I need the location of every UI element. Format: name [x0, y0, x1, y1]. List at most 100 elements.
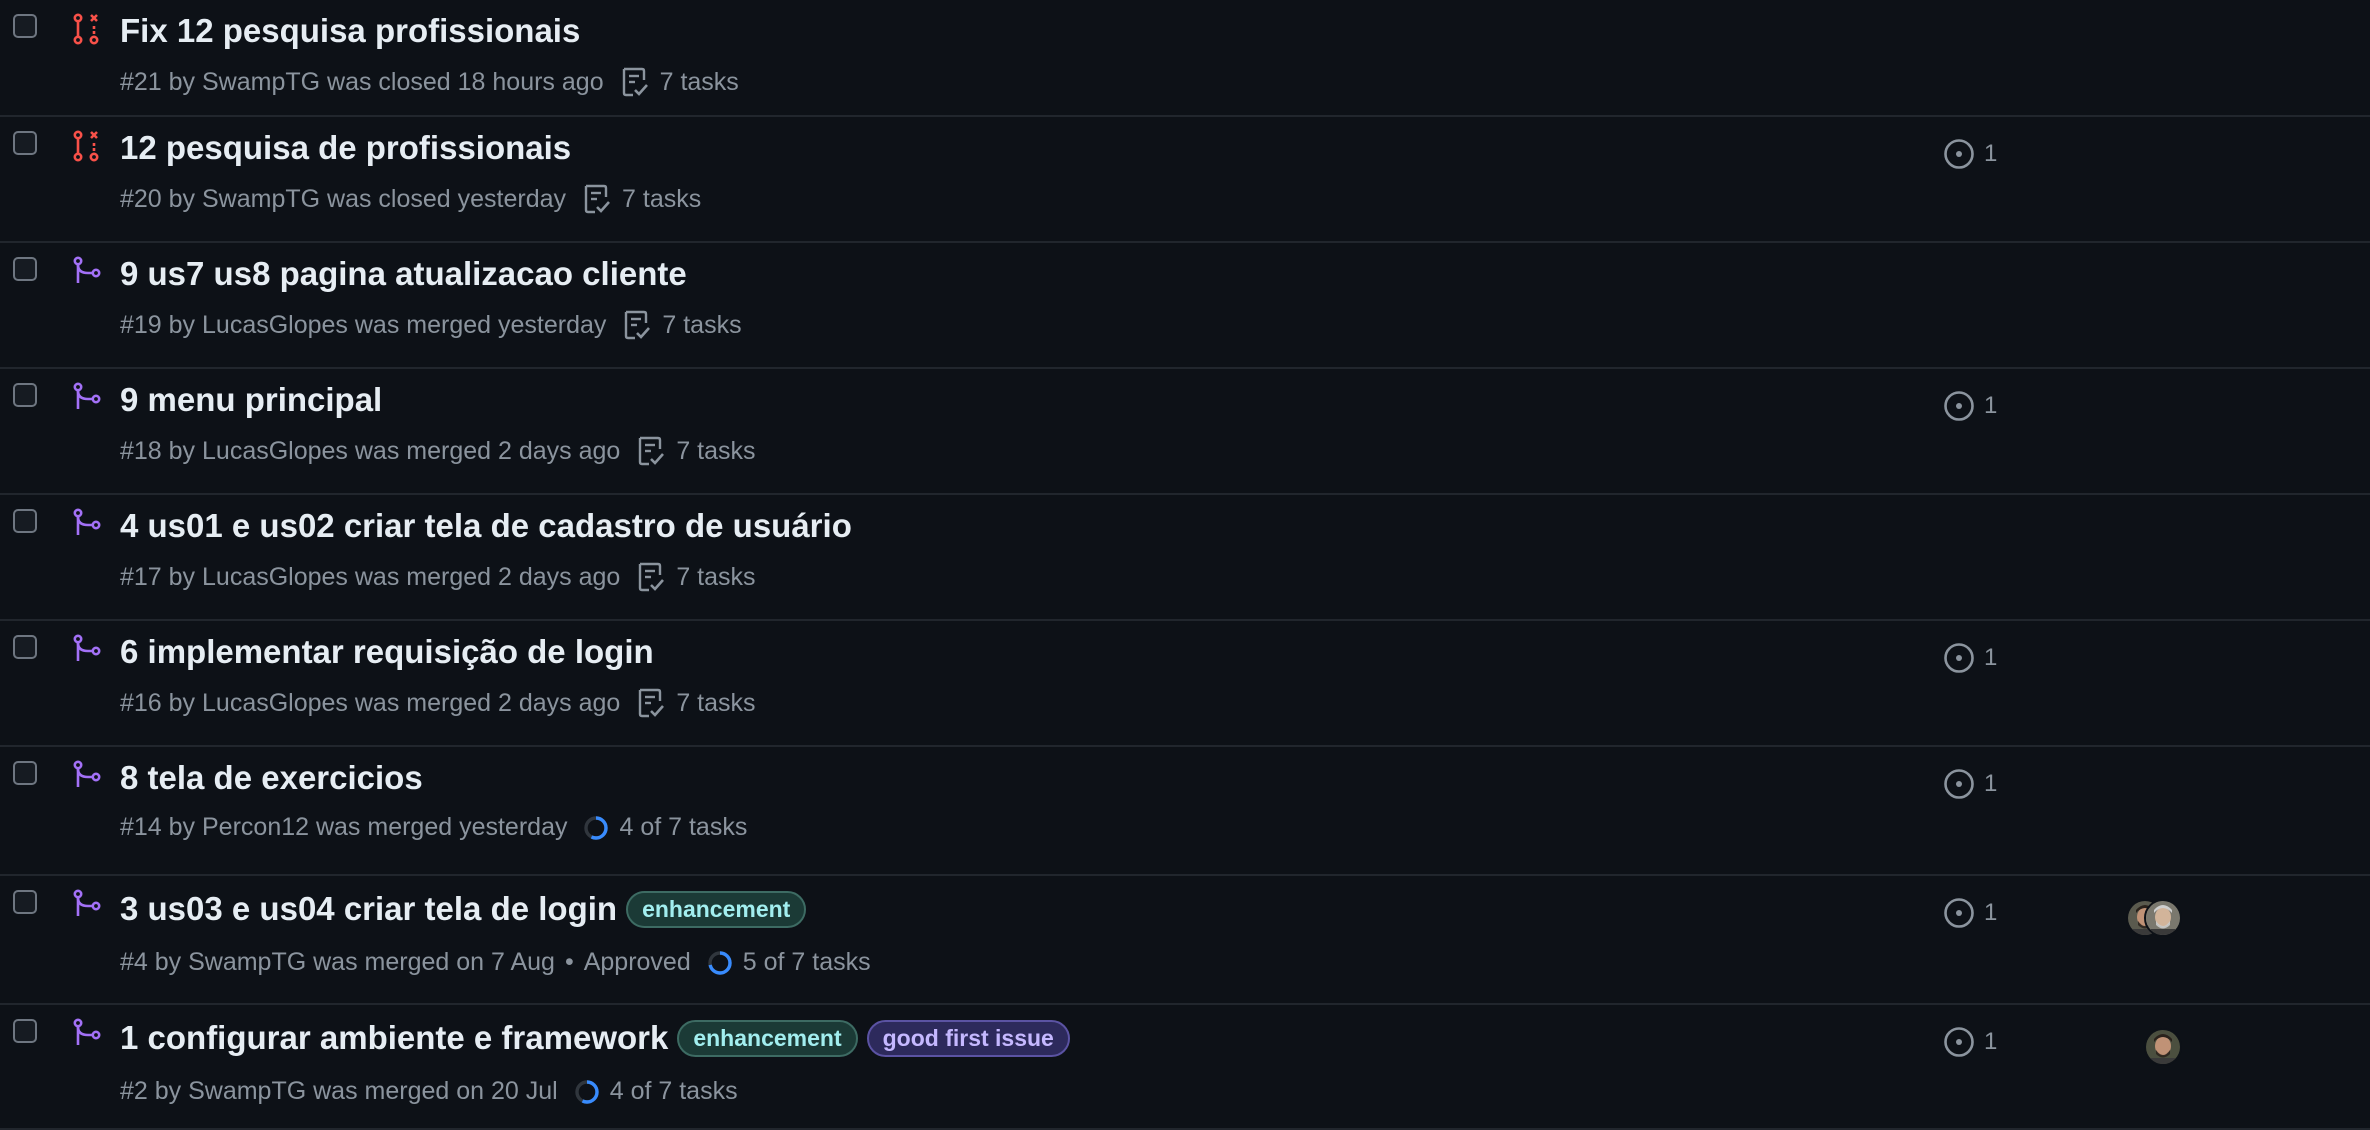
pr-meta-text: #21 by SwampTG was closed 18 hours ago — [120, 67, 604, 96]
task-progress-text: 5 of 7 tasks — [742, 948, 871, 976]
pr-meta: #2 by SwampTG was merged on 20 Jul 4 of … — [120, 1077, 738, 1106]
pr-merged-status — [70, 759, 106, 795]
label-good-first-issue[interactable]: good first issue — [866, 1019, 1070, 1057]
linked-issues-number: 1 — [1984, 644, 1998, 671]
pr-closed-status — [70, 12, 106, 48]
task-progress[interactable]: 7 tasks — [582, 183, 701, 215]
linked-issue-icon — [1944, 139, 1974, 169]
linked-issues-count[interactable]: 1 — [1942, 641, 1997, 675]
pr-meta-text: #14 by Percon12 was merged yesterday — [120, 813, 568, 841]
select-checkbox[interactable] — [13, 761, 37, 785]
pr-meta-text: #19 by LucasGlopes was merged yesterday — [120, 310, 607, 339]
avatar[interactable] — [2144, 1028, 2182, 1066]
checklist-icon — [625, 310, 651, 340]
pr-title-line: 8 tela de exercicios — [120, 759, 423, 797]
pr-merged-status — [70, 255, 106, 291]
pr-merged-icon — [73, 889, 101, 916]
task-progress[interactable]: 4 of 7 tasks — [574, 1077, 738, 1106]
avatar-photo — [2146, 901, 2180, 935]
pr-title-line: 3 us03 e us04 criar tela de login enhance… — [120, 890, 807, 928]
linked-issues-count[interactable]: 1 — [1942, 1025, 1997, 1059]
linked-issues-number: 1 — [1984, 1028, 1998, 1055]
pr-title-line: 4 us01 e us02 criar tela de cadastro de … — [120, 507, 852, 545]
task-progress-text: 7 tasks — [662, 310, 742, 339]
avatar-photo — [2146, 1030, 2180, 1064]
checklist-icon — [639, 436, 665, 466]
pr-meta: #17 by LucasGlopes was merged 2 days ago… — [120, 561, 756, 593]
pr-title-link[interactable]: 4 us01 e us02 criar tela de cadastro de … — [120, 507, 852, 545]
select-checkbox[interactable] — [13, 257, 37, 281]
pr-title-line: 9 menu principal — [120, 381, 382, 419]
linked-issue-icon — [1944, 898, 1974, 928]
pr-meta: #20 by SwampTG was closed yesterday 7 ta… — [120, 183, 701, 215]
pull-request-row: 6 implementar requisição de login #16 by … — [0, 621, 2370, 747]
linked-issues-number: 1 — [1984, 770, 1998, 797]
pull-request-row: 4 us01 e us02 criar tela de cadastro de … — [0, 495, 2370, 621]
select-checkbox[interactable] — [13, 1019, 37, 1043]
task-progress[interactable]: 5 of 7 tasks — [707, 948, 871, 977]
assignee-avatars — [2126, 899, 2188, 939]
pr-title-link[interactable]: 3 us03 e us04 criar tela de login — [120, 890, 617, 928]
linked-issues-count[interactable]: 1 — [1942, 767, 1997, 801]
task-progress-text: 4 of 7 tasks — [609, 1077, 738, 1105]
checklist-icon — [639, 562, 665, 592]
review-status[interactable]: Approved — [584, 948, 691, 977]
select-checkbox[interactable] — [13, 131, 37, 155]
pr-title-link[interactable]: 8 tela de exercicios — [120, 759, 423, 797]
pr-merged-icon — [73, 760, 101, 787]
pr-title-line: 9 us7 us8 pagina atualizacao cliente — [120, 255, 687, 293]
task-progress[interactable]: 7 tasks — [620, 66, 739, 98]
linked-issue-icon — [1944, 1027, 1974, 1057]
checklist-icon — [622, 67, 648, 97]
task-progress-text: 7 tasks — [676, 436, 756, 465]
linked-issue-icon — [1944, 643, 1974, 673]
task-progress[interactable]: 7 tasks — [636, 561, 756, 593]
pr-closed-status — [70, 129, 106, 165]
pr-title-link[interactable]: 9 menu principal — [120, 381, 382, 419]
select-checkbox[interactable] — [13, 635, 37, 659]
checklist-icon — [584, 184, 611, 214]
pr-merged-status — [70, 381, 106, 417]
pr-title-link[interactable]: Fix 12 pesquisa profissionais — [120, 12, 580, 50]
select-checkbox[interactable] — [13, 14, 37, 38]
pr-closed-icon — [73, 130, 99, 162]
linked-issues-count[interactable]: 1 — [1942, 389, 1997, 423]
select-checkbox[interactable] — [13, 509, 37, 533]
linked-issue-icon — [1944, 391, 1974, 421]
pr-merged-icon — [73, 382, 101, 409]
select-checkbox[interactable] — [13, 383, 37, 407]
label-enhancement[interactable]: enhancement — [677, 1019, 858, 1057]
pr-closed-icon — [73, 13, 99, 45]
pr-title-link[interactable]: 12 pesquisa de profissionais — [120, 129, 571, 167]
select-checkbox[interactable] — [13, 890, 37, 914]
pull-request-row: 9 menu principal #18 by LucasGlopes was m… — [0, 369, 2370, 495]
pr-meta: #21 by SwampTG was closed 18 hours ago 7… — [120, 66, 739, 98]
progress-ring-icon — [708, 950, 732, 975]
checklist-icon — [639, 688, 665, 718]
linked-issue-icon — [1944, 769, 1974, 799]
linked-issues-number: 1 — [1984, 392, 1998, 419]
label-enhancement[interactable]: enhancement — [626, 890, 807, 928]
pr-meta-text: #17 by LucasGlopes was merged 2 days ago — [120, 562, 621, 591]
pr-meta: #18 by LucasGlopes was merged 2 days ago… — [120, 435, 756, 467]
pr-merged-status — [70, 888, 106, 924]
task-progress[interactable]: 4 of 7 tasks — [583, 813, 747, 842]
pr-meta: #19 by LucasGlopes was merged yesterday … — [120, 309, 742, 341]
pr-title-link[interactable]: 1 configurar ambiente e framework — [120, 1019, 668, 1057]
pr-title-line: Fix 12 pesquisa profissionais — [120, 12, 580, 50]
task-progress[interactable]: 7 tasks — [636, 687, 756, 719]
avatar[interactable] — [2144, 899, 2182, 937]
pr-title-link[interactable]: 9 us7 us8 pagina atualizacao cliente — [120, 255, 687, 293]
pr-merged-status — [70, 1017, 106, 1053]
linked-issues-number: 1 — [1984, 140, 1998, 167]
task-progress[interactable]: 7 tasks — [636, 435, 756, 467]
linked-issues-count[interactable]: 1 — [1942, 137, 1997, 171]
pr-meta-text: #16 by LucasGlopes was merged 2 days ago — [120, 688, 621, 717]
pr-title-link[interactable]: 6 implementar requisição de login — [120, 633, 654, 671]
pr-meta-text: #4 by SwampTG was merged on 7 Aug — [120, 948, 555, 976]
linked-issues-count[interactable]: 1 — [1942, 896, 1997, 930]
pull-request-row: 9 us7 us8 pagina atualizacao cliente #19 … — [0, 243, 2370, 369]
pr-merged-icon — [73, 256, 101, 283]
task-progress[interactable]: 7 tasks — [622, 309, 742, 341]
pr-meta: #4 by SwampTG was merged on 7 Aug • Approv… — [120, 948, 871, 977]
